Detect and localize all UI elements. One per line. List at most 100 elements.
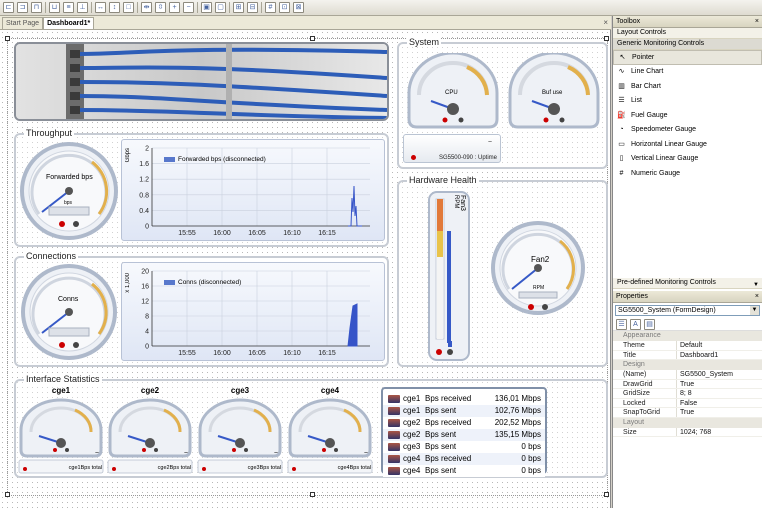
toolbox-item[interactable]: ↖ Pointer — [613, 50, 762, 65]
metric-cell: Bps received — [425, 454, 472, 463]
categorized-icon[interactable]: ☰ — [616, 318, 627, 330]
property-category[interactable]: Appearance — [613, 331, 762, 341]
decrease-spacing-icon[interactable]: − — [183, 2, 194, 13]
interface-name: cge2 — [140, 386, 160, 395]
x-tick-label: 15:55 — [178, 350, 196, 357]
document-tabs: Start Page Dashboard1* × — [0, 16, 611, 30]
lock-icon[interactable]: ⊠ — [293, 2, 304, 13]
y-tick-label: 1.2 — [139, 177, 149, 184]
v-spacing-icon[interactable]: ⇳ — [155, 2, 166, 13]
align-bottom-icon[interactable]: ⊥ — [77, 2, 88, 13]
network-icon — [388, 467, 400, 475]
same-size-icon[interactable]: □ — [123, 2, 134, 13]
interface-footer: cge1Bps total — [68, 465, 102, 471]
property-row[interactable]: DrawGrid True — [613, 379, 762, 389]
close-icon[interactable]: × — [755, 291, 759, 302]
x-tick-label: 16:10 — [283, 230, 301, 237]
close-icon[interactable]: × — [755, 16, 759, 27]
resize-handle[interactable] — [604, 492, 609, 497]
property-value[interactable]: 1024; 768 — [677, 428, 711, 437]
property-category[interactable]: Design — [613, 360, 762, 370]
x-tick-label: 16:00 — [213, 230, 231, 237]
panel-title: Hardware Health — [407, 175, 479, 185]
panel-title: Interface Statistics — [24, 374, 102, 384]
resize-handle[interactable] — [310, 36, 315, 41]
line-chart-icon: ∿ — [618, 68, 625, 76]
grid-icon[interactable]: # — [265, 2, 276, 13]
property-row[interactable]: Theme Default — [613, 341, 762, 351]
align-left-icon[interactable]: ⊏ — [3, 2, 14, 13]
toolbox-item[interactable]: # Numeric Gauge — [613, 166, 762, 181]
x-tick-label: 16:15 — [318, 350, 336, 357]
property-row[interactable]: Size 1024; 768 — [613, 427, 762, 437]
property-row[interactable]: Title Dashboard1 — [613, 350, 762, 360]
chevron-down-icon[interactable]: ▼ — [750, 306, 759, 315]
align-top-icon[interactable]: ⊔ — [49, 2, 60, 13]
h-spacing-icon[interactable]: ⇹ — [141, 2, 152, 13]
bring-front-icon[interactable]: ▣ — [201, 2, 212, 13]
throughput-chart[interactable]: 2 1.6 1.2 0.8 0.4 0 15:55 16:00 16:05 16:10 16:15 … — [121, 139, 385, 241]
uptime-label: SG5500-090 : Uptime — [438, 155, 497, 161]
network-icon — [388, 407, 400, 415]
table-row: cge1 Bps received 136,01 Mbps — [383, 393, 545, 405]
property-value[interactable]: SG5500_System — [677, 370, 733, 379]
chevron-down-icon[interactable]: ▼ — [753, 282, 759, 288]
property-value[interactable]: Default — [677, 341, 702, 350]
center-v-icon[interactable]: ⊟ — [247, 2, 258, 13]
resize-handle[interactable] — [604, 36, 609, 41]
property-value[interactable]: True — [677, 380, 694, 389]
tab-dashboard1[interactable]: Dashboard1* — [43, 17, 95, 29]
fan2-gauge: Fan2 RPM — [490, 219, 586, 317]
property-name: SnapToGrid — [613, 408, 677, 417]
property-row[interactable]: SnapToGrid True — [613, 408, 762, 418]
send-back-icon[interactable]: ▢ — [215, 2, 226, 13]
connections-chart[interactable]: 20 16 12 8 4 0 15:55 16:00 16:05 16:10 16:15 x 1,0… — [121, 262, 385, 361]
toolbox-section-layout[interactable]: Layout Controls — [613, 28, 762, 39]
property-name: Locked — [613, 398, 677, 407]
increase-spacing-icon[interactable]: + — [169, 2, 180, 13]
property-row[interactable]: (Name) SG5500_System — [613, 370, 762, 380]
toolbox-item[interactable]: ▭ Horizontal Linear Gauge — [613, 137, 762, 152]
toolbox-item[interactable]: ▥ Bar Chart — [613, 79, 762, 94]
close-icon[interactable]: × — [603, 18, 608, 27]
toolbox-item-label: List — [631, 97, 642, 105]
align-right-icon[interactable]: ⊓ — [31, 2, 42, 13]
object-selector[interactable]: SG5500_System (FormDesign) ▼ — [615, 305, 760, 316]
resize-handle[interactable] — [5, 492, 10, 497]
cpu-gauge-label: CPU — [445, 90, 458, 96]
y-tick-label: 12 — [141, 299, 149, 306]
toolbox-item[interactable]: ☰ List — [613, 94, 762, 109]
property-row[interactable]: GridSize 8; 8 — [613, 389, 762, 399]
center-h-icon[interactable]: ⊞ — [233, 2, 244, 13]
property-value[interactable]: True — [677, 408, 694, 417]
properties-toolbar: ☰ A ▤ — [613, 318, 762, 331]
toolbox-item[interactable]: ⛽ Fuel Gauge — [613, 108, 762, 123]
property-pages-icon[interactable]: ▤ — [644, 318, 655, 330]
property-value[interactable]: Dashboard1 — [677, 351, 718, 360]
toolbox-item[interactable]: ▯ Vertical Linear Gauge — [613, 152, 762, 167]
same-width-icon[interactable]: ↔ — [95, 2, 106, 13]
property-category[interactable]: Layout — [613, 417, 762, 428]
value-cell: 0 bps — [521, 442, 541, 451]
resize-handle[interactable] — [5, 36, 10, 41]
align-center-icon[interactable]: ⊐ — [17, 2, 28, 13]
property-value[interactable]: 8; 8 — [677, 389, 692, 398]
table-row: cge1 Bps sent 102,76 Mbps — [383, 405, 545, 417]
resize-handle[interactable] — [310, 492, 315, 497]
snap-icon[interactable]: ⊡ — [279, 2, 290, 13]
property-value[interactable]: False — [677, 399, 697, 408]
fan2-label: Fan2 — [531, 255, 550, 264]
interface-gauge: cge1 − cge1Bps total — [17, 386, 105, 474]
align-middle-icon[interactable]: ≡ — [63, 2, 74, 13]
alphabetical-icon[interactable]: A — [630, 318, 641, 330]
toolbox-section-predefined[interactable]: Pre-defined Monitoring Controls — [613, 278, 762, 289]
same-height-icon[interactable]: ↕ — [109, 2, 120, 13]
toolbox-item[interactable]: ∿ Line Chart — [613, 65, 762, 80]
property-row[interactable]: Locked False — [613, 398, 762, 408]
uptime-display: − SG5500-090 : Uptime — [403, 134, 501, 163]
tab-start-page[interactable]: Start Page — [2, 17, 44, 29]
interface-cell: cge3 — [403, 442, 421, 451]
toolbox-section-generic[interactable]: Generic Monitoring Controls — [613, 39, 762, 50]
speedometer-icon: ◔ — [619, 126, 624, 134]
toolbox-item[interactable]: ◔ Speedometer Gauge — [613, 123, 762, 138]
